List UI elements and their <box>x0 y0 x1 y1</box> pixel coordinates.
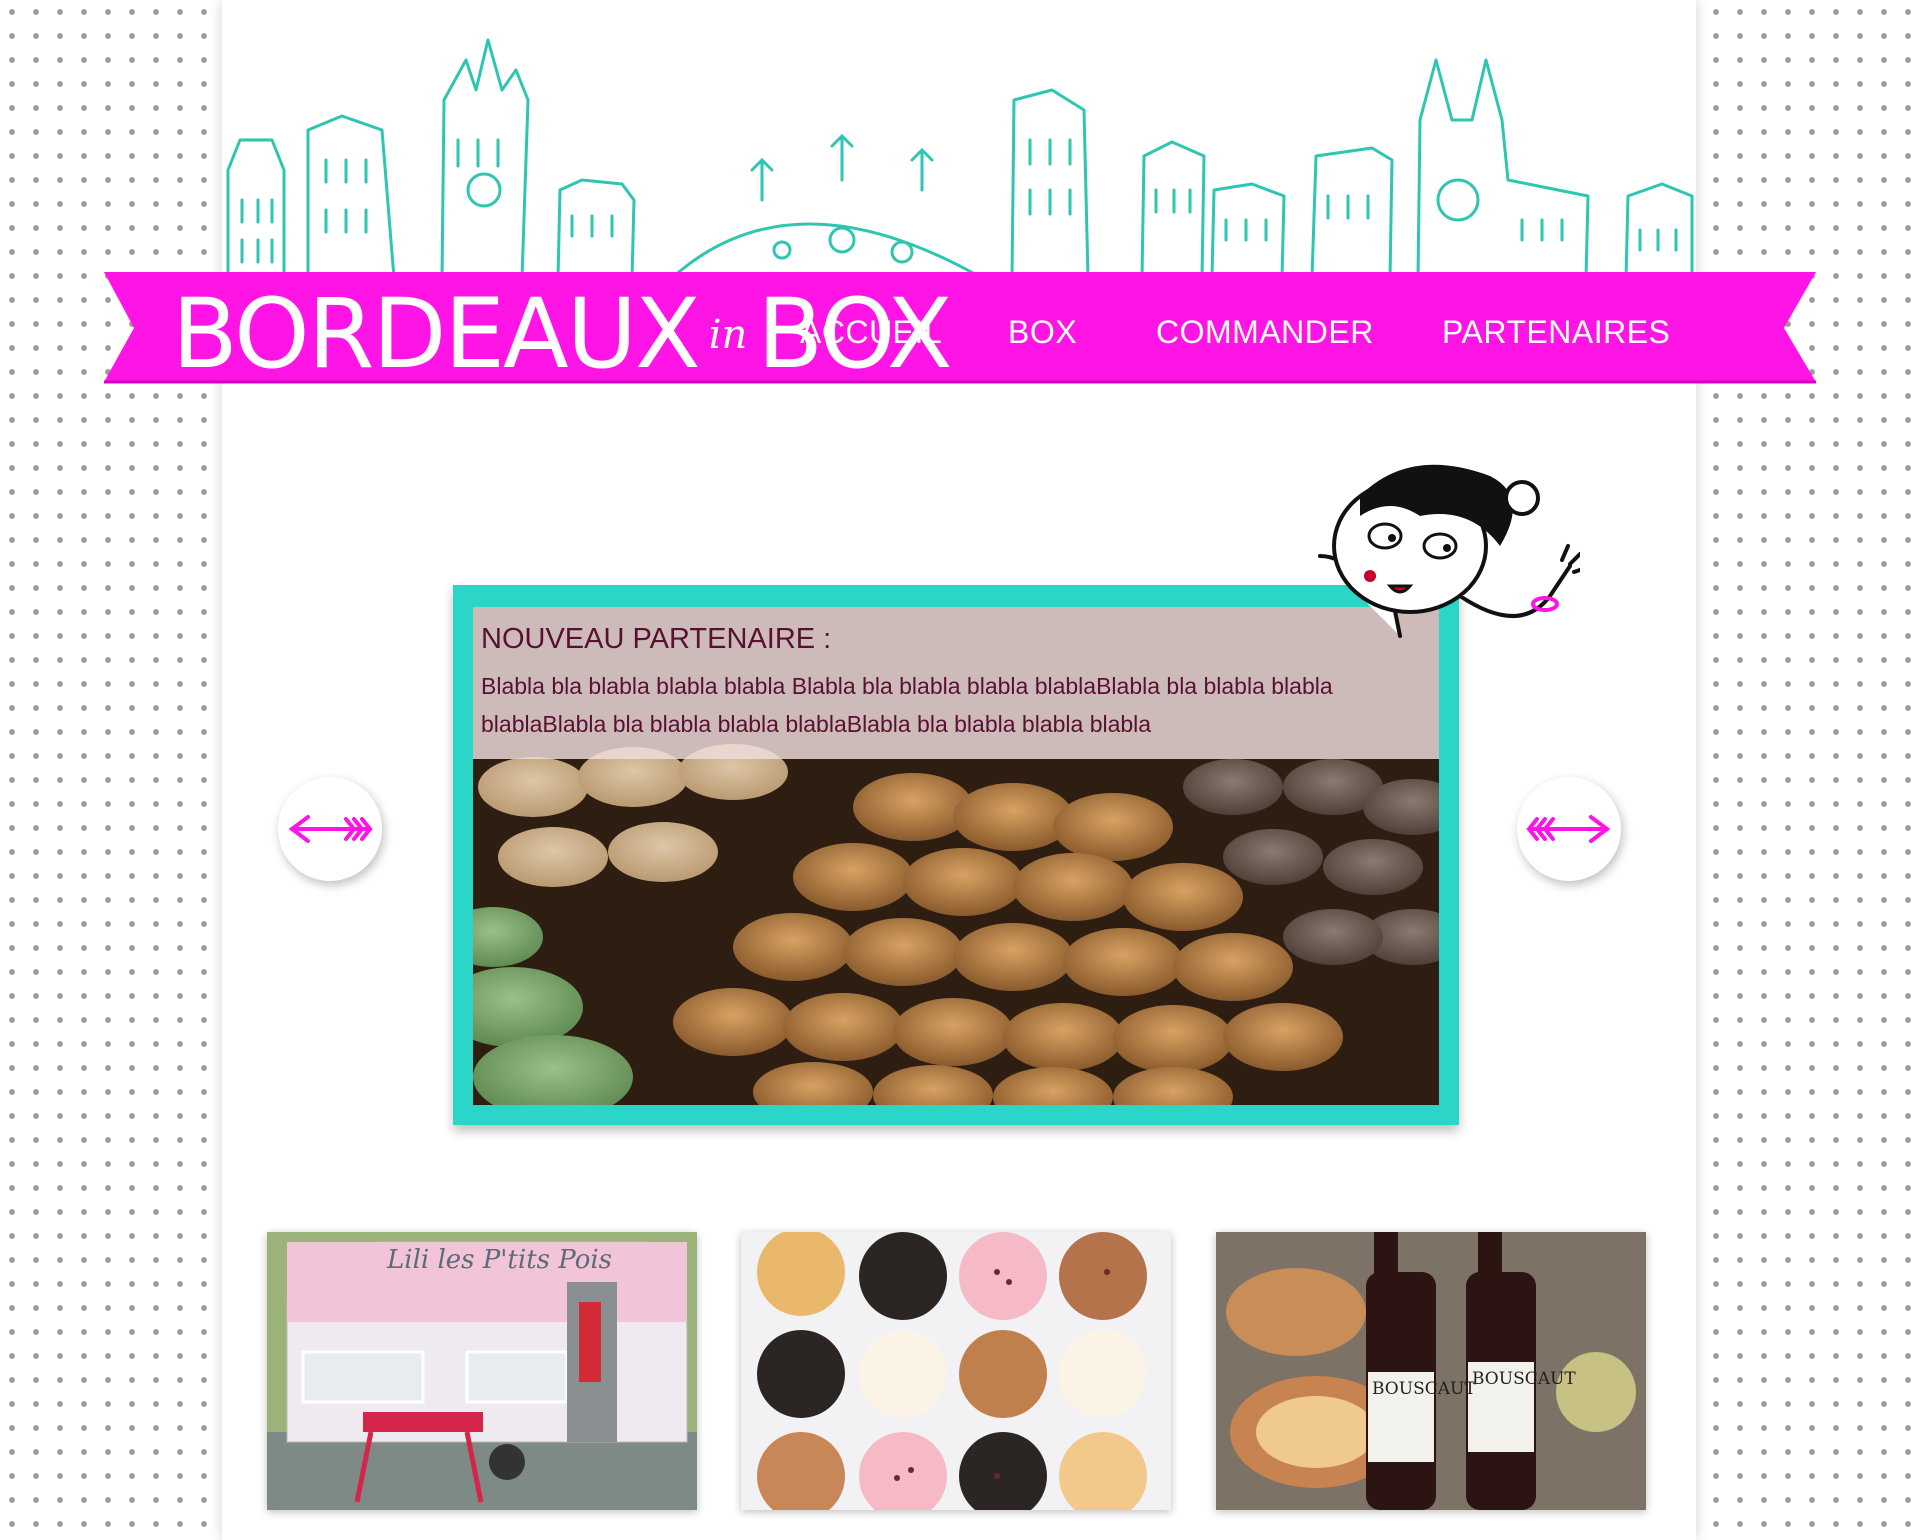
bordeaux-skyline-illustration <box>226 38 1694 280</box>
slide-title: NOUVEAU PARTENAIRE : <box>481 623 832 655</box>
nav-item-commander[interactable]: COMMANDER <box>1156 314 1374 351</box>
featured-slider: NOUVEAU PARTENAIRE : Blabla bla blabla b… <box>453 585 1459 1125</box>
slide-caption: NOUVEAU PARTENAIRE : Blabla bla blabla b… <box>473 607 1439 759</box>
wine-label-2: BOUSCAUT <box>1472 1369 1576 1389</box>
nav-item-partenaires[interactable]: PARTENAIRES <box>1442 314 1670 351</box>
wine-cheese-photo: BOUSCAUT BOUSCAUT <box>1216 1232 1646 1510</box>
cupcakes-photo <box>741 1232 1171 1510</box>
nav-item-accueil[interactable]: ACCUEIL <box>800 314 942 351</box>
girl-mascot-illustration <box>1318 464 1580 638</box>
header-banner: BORDEAUX in BOX ACCUEIL BOX COMMANDER PA… <box>104 268 1816 386</box>
slide-text: Blabla bla blabla blabla blabla Blabla b… <box>481 673 1333 737</box>
partner-thumbnail-cupcakes[interactable] <box>741 1232 1171 1510</box>
partner-thumbnail-wine[interactable]: BOUSCAUT BOUSCAUT <box>1216 1232 1646 1510</box>
main-nav: ACCUEIL BOX COMMANDER PARTENAIRES <box>104 268 1816 386</box>
partner-thumbnail-caravan[interactable]: Lili les P'tits Pois <box>267 1232 697 1510</box>
slider-prev-button[interactable] <box>278 777 382 881</box>
caravan-sign: Lili les P'tits Pois <box>386 1245 612 1275</box>
caravan-photo: Lili les P'tits Pois <box>267 1232 697 1510</box>
arrow-left-icon <box>288 815 373 843</box>
wine-label-1: BOUSCAUT <box>1372 1379 1476 1399</box>
slide-image-frame: NOUVEAU PARTENAIRE : Blabla bla blabla b… <box>473 607 1439 1105</box>
slider-next-button[interactable] <box>1517 777 1621 881</box>
arrow-right-icon <box>1526 815 1611 843</box>
nav-item-box[interactable]: BOX <box>1008 314 1077 351</box>
